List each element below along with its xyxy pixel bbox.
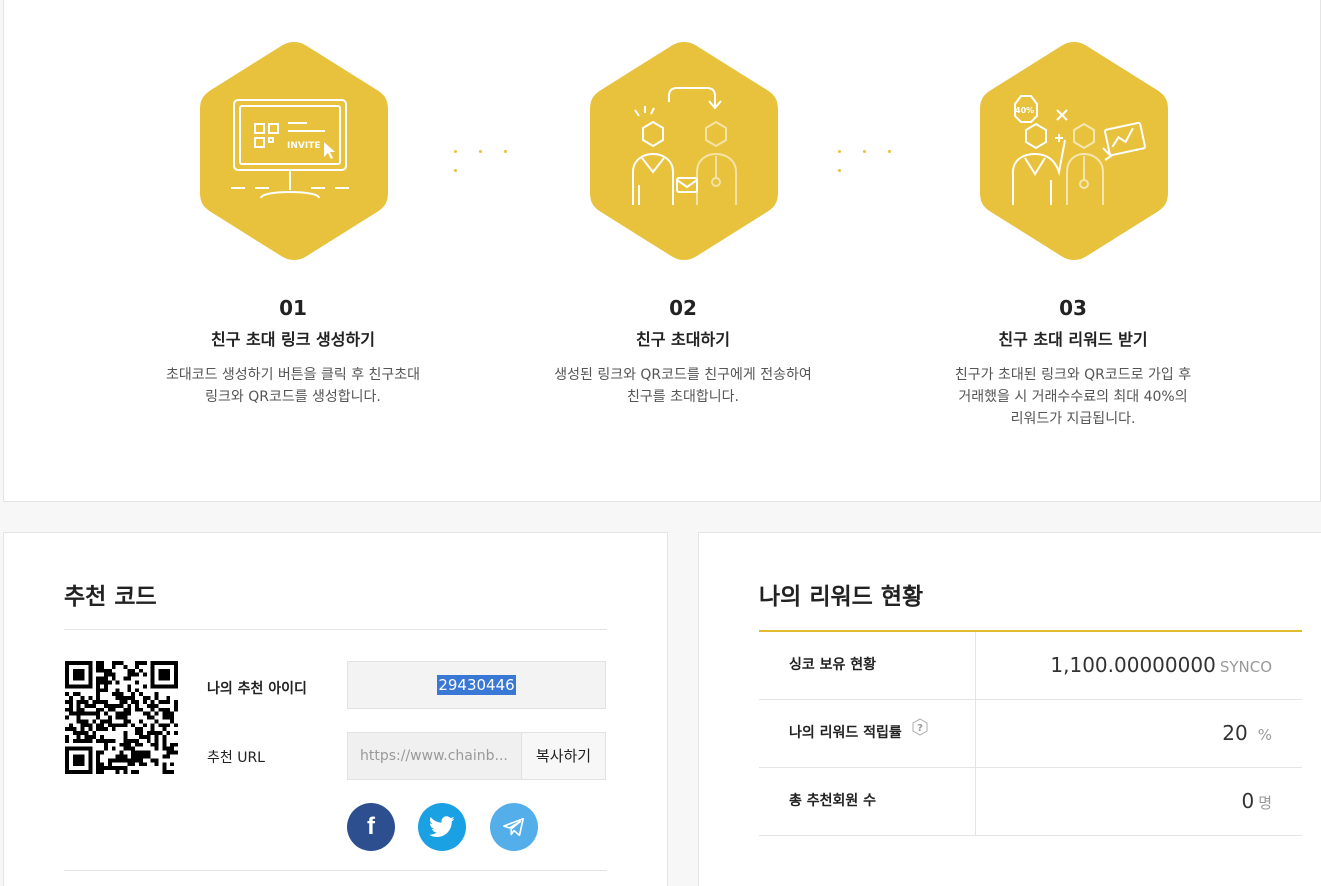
step-2-description: 생성된 링크와 QR코드를 친구에게 전송하여 친구를 초대합니다. bbox=[554, 367, 812, 405]
telegram-share-button[interactable] bbox=[490, 803, 538, 851]
qr-code bbox=[65, 661, 178, 774]
total-referrals-value: 0명 bbox=[1241, 789, 1272, 813]
referral-id-value[interactable]: 29430446 bbox=[437, 675, 516, 695]
reward-rate-label: 나의 리워드 적립률 ? bbox=[759, 700, 976, 767]
referral-id-label: 나의 추천 아이디 bbox=[207, 681, 307, 697]
divider bbox=[64, 629, 607, 630]
svg-text:?: ? bbox=[917, 723, 923, 734]
facebook-icon: f bbox=[367, 813, 375, 840]
people-unit: 명 bbox=[1258, 794, 1272, 812]
reward-row-rate: 나의 리워드 적립률 ? 20% bbox=[759, 700, 1302, 768]
copy-button[interactable]: 복사하기 bbox=[521, 732, 606, 780]
referral-code-panel: 추천 코드 나의 추천 아이디 29430446 추천 URL https://… bbox=[3, 532, 668, 886]
percent-unit: % bbox=[1257, 726, 1272, 744]
step-1-description: 초대코드 생성하기 버튼을 클릭 후 친구초대 링크와 QR코드를 생성합니다. bbox=[165, 367, 421, 405]
reward-icon: 40% bbox=[980, 42, 1168, 260]
step-2-number: 02 bbox=[669, 296, 697, 320]
referral-title: 추천 코드 bbox=[64, 584, 157, 610]
invite-link-icon: INVITE bbox=[200, 42, 388, 260]
step-connector-1 bbox=[454, 150, 534, 172]
referral-id-field[interactable]: 29430446 bbox=[347, 661, 606, 709]
reward-title: 나의 리워드 현황 bbox=[759, 584, 924, 610]
total-referrals-label: 총 추천회원 수 bbox=[759, 768, 976, 835]
help-icon[interactable]: ? bbox=[911, 699, 929, 765]
synco-unit: SYNCO bbox=[1219, 658, 1272, 676]
steps-panel: INVITE 01 친구 초대 링크 생성하기 초대코드 생성하기 버튼을 클릭… bbox=[3, 0, 1321, 502]
reward-rate-value: 20% bbox=[1222, 721, 1272, 745]
referral-url-label: 추천 URL bbox=[207, 750, 265, 766]
telegram-icon bbox=[503, 817, 524, 837]
synco-balance-label: 싱코 보유 현황 bbox=[759, 632, 976, 699]
twitter-share-button[interactable] bbox=[418, 803, 466, 851]
facebook-share-button[interactable]: f bbox=[347, 803, 395, 851]
step-3-number: 03 bbox=[1059, 296, 1087, 320]
step-1-title: 친구 초대 링크 생성하기 bbox=[211, 330, 375, 349]
reward-status-panel: 나의 리워드 현황 싱코 보유 현황 1,100.00000000 SYNCO 나… bbox=[698, 532, 1321, 886]
referral-url-field[interactable]: https://www.chainb... bbox=[347, 732, 522, 780]
send-invite-icon bbox=[590, 42, 778, 260]
step-3-title: 친구 초대 리워드 받기 bbox=[998, 330, 1148, 349]
step-3-description: 친구가 초대된 링크와 QR코드로 가입 후 거래했을 시 거래수수료의 최대 … bbox=[954, 367, 1192, 427]
reward-row-synco: 싱코 보유 현황 1,100.00000000 SYNCO bbox=[759, 632, 1302, 700]
step-1-number: 01 bbox=[279, 296, 307, 320]
reward-row-referrals: 총 추천회원 수 0명 bbox=[759, 768, 1302, 836]
reward-percent-text: 40% bbox=[1015, 106, 1034, 115]
divider-bottom bbox=[64, 870, 607, 871]
synco-balance-value: 1,100.00000000 SYNCO bbox=[1050, 653, 1272, 677]
twitter-icon bbox=[429, 816, 455, 837]
invite-text: INVITE bbox=[287, 141, 320, 151]
step-2-title: 친구 초대하기 bbox=[636, 330, 730, 349]
step-connector-2 bbox=[838, 150, 918, 172]
